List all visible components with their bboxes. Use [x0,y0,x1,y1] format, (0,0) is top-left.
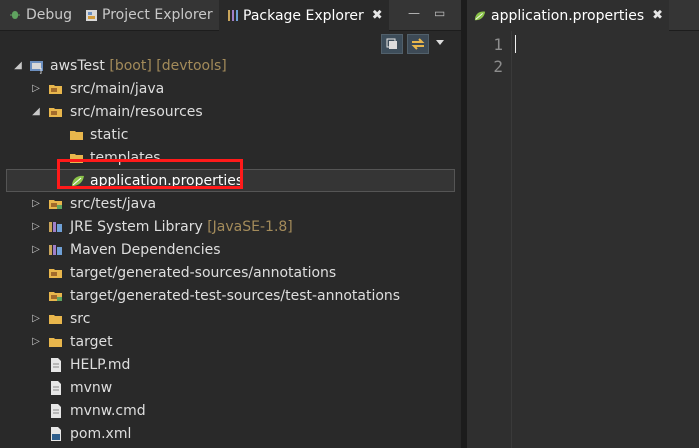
jre-version-decoration: [JavaSE-1.8] [207,218,293,235]
maximize-icon[interactable]: ▭ [434,6,445,20]
generated-source-folder-icon [48,288,64,304]
project-icon: J [29,58,45,74]
text-editor[interactable]: 1 2 [467,31,699,448]
link-with-editor-icon [411,38,425,50]
tab-project-explorer[interactable]: Project Explorer [84,0,213,30]
collapsed-arrow-icon[interactable]: ▷ [31,313,41,324]
folder-icon [48,334,64,350]
tree-item-project[interactable]: ◢ J awsTest [boot] [devtools] [0,54,461,77]
editor-tab-bar: application.properties ✖ [467,0,699,31]
tree-item-src-main-resources[interactable]: ◢ src/main/resources [0,100,461,123]
file-icon [48,403,64,419]
text-caret [515,35,516,53]
tree-item-mvnw[interactable]: mvnw [0,376,461,399]
tab-package-explorer-label: Package Explorer [243,7,364,24]
expanded-arrow-icon[interactable]: ◢ [13,60,23,71]
tree-item-label: target/generated-test-sources/test-annot… [70,287,401,304]
close-icon[interactable]: ✖ [372,8,383,23]
maven-file-icon [48,426,64,442]
tree-item-label: Maven Dependencies [70,241,221,258]
folder-icon [48,311,64,327]
expanded-arrow-icon[interactable]: ◢ [31,106,41,117]
left-tab-bar: Debug Project Explorer Package Explorer … [0,0,461,31]
tree-item-generated-sources[interactable]: target/generated-sources/annotations [0,261,461,284]
tree-item-label: HELP.md [70,356,131,373]
explorer-toolbar [381,34,447,54]
tab-package-explorer[interactable]: Package Explorer ✖ [219,0,389,31]
close-icon[interactable]: ✖ [652,8,663,23]
tree-item-static[interactable]: static [0,123,461,146]
tree-item-jre-system-library[interactable]: ▷ JRE System Library [JavaSE-1.8] [0,215,461,238]
package-explorer-panel: Debug Project Explorer Package Explorer … [0,0,461,448]
file-icon [48,380,64,396]
tree-item-label: mvnw.cmd [70,402,146,419]
editor-tab-label: application.properties [491,7,645,24]
tree-item-label: target [70,333,113,350]
library-icon [48,242,64,258]
highlight-annotation [57,159,243,189]
tree-item-label: src/main/resources [70,103,203,120]
tree-item-label: mvnw [70,379,113,396]
tree-item-src-test-java[interactable]: ▷ src/test/java [0,192,461,215]
debug-icon [8,8,22,22]
collapse-all-button[interactable] [381,34,403,54]
tree-item-label: target/generated-sources/annotations [70,264,337,281]
tree-item-label: pom.xml [70,425,132,442]
project-decorations: [boot] [devtools] [109,57,227,74]
tree-item-help-md[interactable]: HELP.md [0,353,461,376]
line-number: 2 [493,57,503,76]
tree-item-label: src/main/java [70,80,165,97]
tree-item-generated-test-sources[interactable]: target/generated-test-sources/test-annot… [0,284,461,307]
minimize-icon[interactable]: — [408,6,420,20]
collapsed-arrow-icon[interactable]: ▷ [31,83,41,94]
package-explorer-icon [225,9,239,23]
tree-item-pom-xml[interactable]: pom.xml [0,422,461,445]
tab-debug[interactable]: Debug [8,0,72,30]
collapsed-arrow-icon[interactable]: ▷ [31,221,41,232]
project-explorer-icon [84,8,98,22]
link-with-editor-button[interactable] [407,34,429,54]
project-name: awsTest [50,57,105,74]
tree-item-mvnw-cmd[interactable]: mvnw.cmd [0,399,461,422]
tree-item-src-main-java[interactable]: ▷ src/main/java [0,77,461,100]
line-number-gutter: 1 2 [467,31,511,448]
tab-project-explorer-label: Project Explorer [102,7,213,23]
tree-item-target[interactable]: ▷ target [0,330,461,353]
tab-application-properties[interactable]: application.properties ✖ [467,0,670,31]
spring-leaf-icon [473,9,487,23]
source-folder-icon [48,81,64,97]
code-area[interactable] [511,31,699,448]
library-icon [48,219,64,235]
view-menu-button[interactable] [433,34,447,52]
folder-icon [69,127,85,143]
collapsed-arrow-icon[interactable]: ▷ [31,244,41,255]
tree-item-maven-dependencies[interactable]: ▷ Maven Dependencies [0,238,461,261]
collapsed-arrow-icon[interactable]: ▷ [31,198,41,209]
generated-source-folder-icon [48,265,64,281]
collapsed-arrow-icon[interactable]: ▷ [31,336,41,347]
tree-item-label: static [90,126,129,143]
tab-debug-label: Debug [26,7,73,23]
source-folder-icon [48,104,64,120]
tree-item-label: src [70,310,91,327]
chevron-down-icon [436,40,444,45]
tree-item-label: JRE System Library [70,218,203,235]
file-icon [48,357,64,373]
tree-item-src[interactable]: ▷ src [0,307,461,330]
collapse-all-icon [386,38,397,49]
tree-item-label: src/test/java [70,195,157,212]
line-number: 1 [493,35,503,54]
source-folder-icon [48,196,64,212]
svg-text:J: J [39,67,42,74]
editor-panel: application.properties ✖ 1 2 [467,0,699,448]
